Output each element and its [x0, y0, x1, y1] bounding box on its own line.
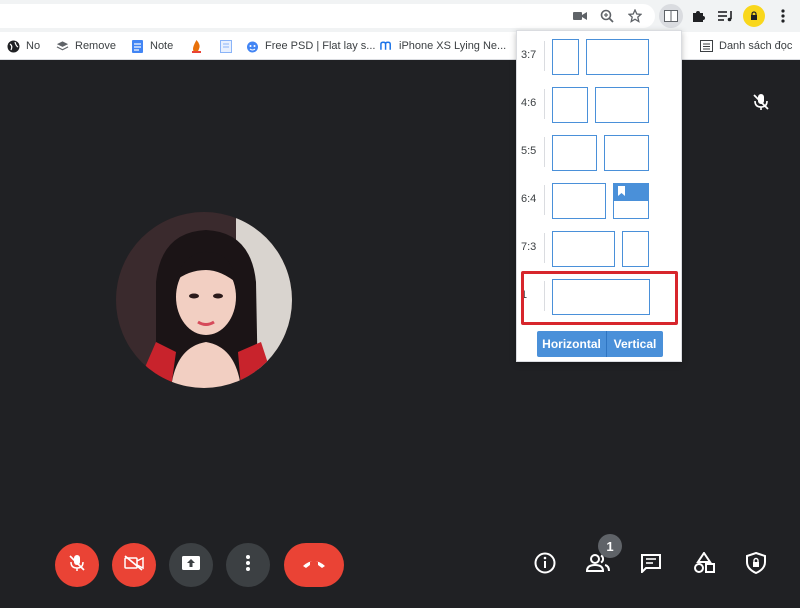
split-screen-popup: 3:7 4:6 5:5 6:4 7:3 1 Horizontal Vertica…	[516, 30, 682, 362]
bookmark-label: Free PSD | Flat lay s...	[265, 40, 376, 52]
present-screen-button[interactable]	[169, 543, 213, 587]
ratio-label: 3:7	[521, 49, 537, 61]
ratio-label: 4:6	[521, 97, 537, 109]
zoom-icon[interactable]	[597, 6, 617, 26]
layout-row-7-3: 7:3	[517, 229, 683, 267]
ratio-label: 6:4	[521, 193, 537, 205]
layout-pane-left[interactable]	[552, 135, 597, 171]
row-divider	[544, 137, 545, 167]
chat-button[interactable]	[639, 553, 663, 577]
hang-up-icon	[302, 556, 326, 574]
ratio-label: 7:3	[521, 241, 537, 253]
m-icon	[380, 40, 393, 53]
row-divider	[544, 233, 545, 263]
meeting-details-button[interactable]	[533, 552, 557, 579]
stack-icon	[56, 40, 69, 53]
bookmark-file[interactable]	[219, 38, 232, 54]
media-queue-icon[interactable]	[716, 6, 736, 26]
reading-list-icon	[700, 40, 713, 53]
end-call-button[interactable]	[284, 543, 344, 587]
extensions-puzzle-icon[interactable]	[688, 6, 708, 26]
row-divider	[544, 41, 545, 71]
chat-icon	[640, 553, 662, 578]
bookmark-flame[interactable]	[190, 38, 203, 54]
bookmark-label: Remove	[75, 40, 116, 52]
camera-off-button[interactable]	[112, 543, 156, 587]
layout-pane-right-selected[interactable]	[613, 183, 649, 219]
horizontal-button[interactable]: Horizontal	[537, 331, 607, 357]
host-controls-button[interactable]	[744, 551, 768, 579]
file-icon	[219, 39, 232, 53]
layout-pane-right[interactable]	[595, 87, 649, 123]
split-screen-extension-icon[interactable]	[659, 4, 683, 28]
layout-pane-right[interactable]	[622, 231, 649, 267]
row-divider	[544, 185, 545, 215]
mute-mic-button[interactable]	[55, 543, 99, 587]
star-icon[interactable]	[625, 6, 645, 26]
info-icon	[534, 552, 556, 579]
layout-row-3-7: 3:7	[517, 37, 683, 75]
profile-avatar-icon[interactable]	[743, 5, 765, 27]
layout-row-6-4: 6:4	[517, 181, 683, 219]
layout-pane-left[interactable]	[552, 183, 606, 219]
layout-pane-right[interactable]	[586, 39, 649, 75]
address-bar[interactable]	[0, 4, 655, 28]
selection-highlight-frame	[521, 271, 678, 325]
menu-kebab-icon[interactable]	[773, 6, 793, 26]
bookmark-remove[interactable]: Remove	[56, 38, 116, 54]
activities-button[interactable]	[692, 550, 716, 579]
more-options-button[interactable]	[226, 543, 270, 587]
layout-pane-left[interactable]	[552, 87, 588, 123]
mic-off-icon	[68, 554, 86, 577]
layout-pane-left[interactable]	[552, 39, 579, 75]
flame-icon	[190, 39, 203, 53]
bookmark-label: Danh sách đọc	[719, 40, 793, 52]
layout-pane-right[interactable]	[604, 135, 649, 171]
globe-icon	[7, 40, 20, 53]
row-divider	[544, 89, 545, 119]
layout-row-4-6: 4:6	[517, 85, 683, 123]
shapes-icon	[693, 550, 715, 579]
bookmark-free-psd[interactable]: Free PSD | Flat lay s...	[246, 38, 375, 54]
camera-off-icon	[124, 554, 144, 576]
bookmark-no[interactable]: No	[7, 38, 40, 54]
docs-icon	[131, 39, 144, 53]
bookmark-flag-icon	[618, 186, 625, 196]
participant-avatar	[116, 212, 292, 388]
bookmark-note[interactable]: Note	[131, 38, 173, 54]
bookmark-label: No	[26, 40, 41, 52]
bookmark-label: Note	[150, 40, 174, 52]
more-vert-icon	[246, 554, 250, 576]
layout-row-5-5: 5:5	[517, 133, 683, 171]
bookmark-reading-list[interactable]: Danh sách đọc	[700, 38, 792, 54]
shield-lock-icon	[746, 551, 766, 579]
participants-count-badge: 1	[598, 534, 622, 558]
ratio-label: 5:5	[521, 145, 537, 157]
bookmark-label: iPhone XS Lying Ne...	[399, 40, 507, 52]
bookmark-iphone-xs[interactable]: iPhone XS Lying Ne...	[380, 38, 506, 54]
present-screen-icon	[181, 555, 201, 576]
camera-icon[interactable]	[570, 6, 590, 26]
browser-toolbar	[0, 0, 800, 32]
muted-mic-indicator-icon	[751, 92, 771, 112]
vertical-button[interactable]: Vertical	[607, 331, 663, 357]
layout-pane-left[interactable]	[552, 231, 615, 267]
orientation-toggle: Horizontal Vertical	[537, 331, 663, 357]
face-icon	[246, 40, 259, 53]
